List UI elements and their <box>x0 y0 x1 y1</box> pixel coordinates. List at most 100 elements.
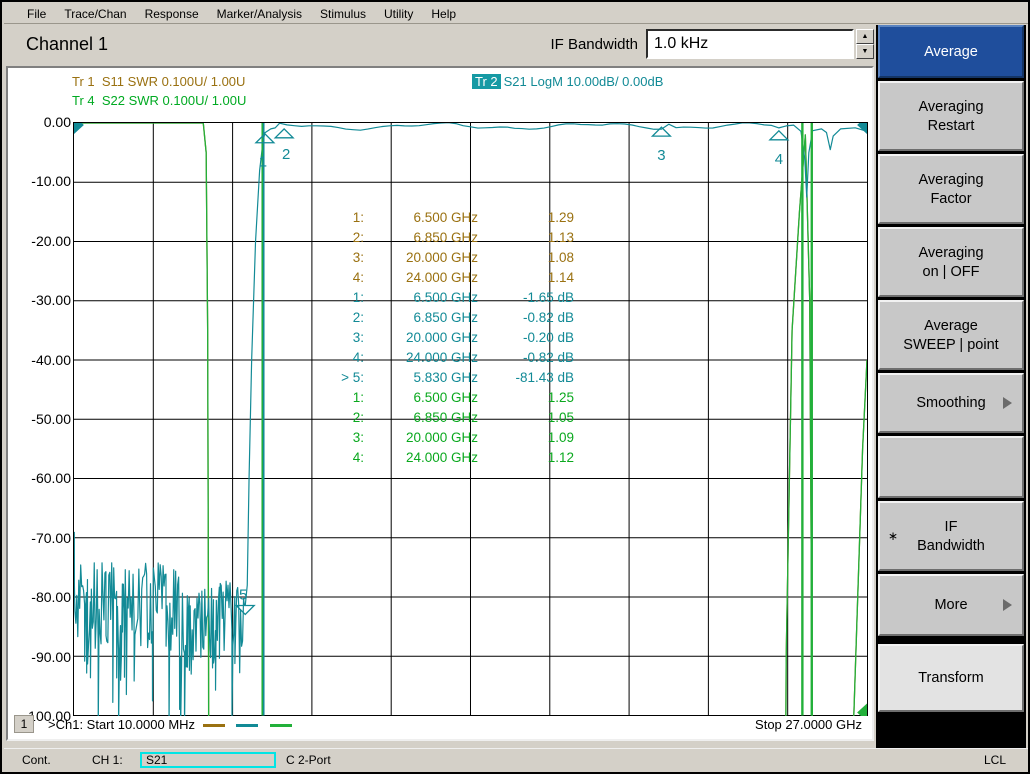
marker-readout-row[interactable]: 4: 24.000 GHz -0.82 dB <box>330 348 574 368</box>
trace-label-tr1: Tr 1 <box>72 74 95 89</box>
y-axis-tick-label: -40.00 <box>31 351 71 368</box>
graph-frame: Tr 1 S11 SWR 0.100U/ 1.00U Tr 4 S22 SWR … <box>6 66 874 741</box>
softkey-label-line2: Factor <box>930 190 972 207</box>
marker-readout-row[interactable]: 1: 6.500 GHz 1.25 <box>330 388 574 408</box>
menu-bar: File Trace/Chan Response Marker/Analysis… <box>4 4 1028 24</box>
softkey-transform[interactable]: Transform <box>878 644 1024 712</box>
spinner-down-icon[interactable]: ▼ <box>856 44 874 59</box>
trace-header-tr2[interactable]: Tr 2 S21 LogM 10.00dB/ 0.00dB <box>472 74 663 89</box>
marker-value: -1.65 dB <box>522 290 574 305</box>
softkey-averaging-restart[interactable]: Averaging Restart <box>878 81 1024 151</box>
if-bandwidth-input[interactable]: 1.0 kHz <box>646 29 854 59</box>
menu-item-marker-analysis[interactable]: Marker/Analysis <box>208 6 311 22</box>
menu-item-response[interactable]: Response <box>136 6 208 22</box>
status-cal-state[interactable]: C 2-Port <box>286 753 331 767</box>
marker-2-2-label: 2 <box>282 146 290 163</box>
status-sweep-mode[interactable]: Cont. <box>22 753 92 767</box>
marker-2-3-label: 3 <box>657 147 665 164</box>
graph-inner: Tr 1 S11 SWR 0.100U/ 1.00U Tr 4 S22 SWR … <box>8 68 872 739</box>
marker-frequency: 20.000 GHz <box>405 430 478 445</box>
softkey-average-sweep-point[interactable]: Average SWEEP | point <box>878 300 1024 370</box>
marker-2-4-icon[interactable] <box>768 129 790 141</box>
menu-item-utility[interactable]: Utility <box>375 6 422 22</box>
marker-index: 1: <box>352 210 364 225</box>
marker-value: 1.14 <box>547 270 574 285</box>
if-bandwidth-spinner[interactable]: ▲ ▼ <box>856 29 874 59</box>
y-axis-tick-label: -60.00 <box>31 470 71 487</box>
marker-value: 1.29 <box>547 210 574 225</box>
softkey-smoothing[interactable]: Smoothing <box>878 373 1024 433</box>
y-axis-tick-label: -10.00 <box>31 173 71 190</box>
softkey-more[interactable]: More <box>878 574 1024 636</box>
softkey-averaging-factor[interactable]: Averaging Factor <box>878 154 1024 224</box>
marker-index: 1: <box>352 290 364 305</box>
marker-index: 3: <box>352 330 364 345</box>
marker-frequency: 6.500 GHz <box>413 290 478 305</box>
softkey-if-bandwidth[interactable]: IF Bandwidth ∗ <box>878 501 1024 571</box>
marker-value: -0.82 dB <box>522 350 574 365</box>
marker-readout-row[interactable]: 3: 20.000 GHz 1.08 <box>330 248 574 268</box>
marker-index: 4: <box>352 350 364 365</box>
marker-readout-row[interactable]: 1: 6.500 GHz -1.65 dB <box>330 288 574 308</box>
trace-header-tr4[interactable]: Tr 4 S22 SWR 0.100U/ 1.00U <box>72 93 246 108</box>
softkey-title: Average <box>878 25 1024 78</box>
marker-value: 1.05 <box>547 410 574 425</box>
marker-readout-row[interactable]: 2: 6.850 GHz 1.13 <box>330 228 574 248</box>
marker-value: 1.25 <box>547 390 574 405</box>
softkey-label-line1: More <box>934 597 968 613</box>
channel-number-badge[interactable]: 1 <box>14 715 34 733</box>
reference-marker-right-tr2[interactable] <box>857 123 867 134</box>
marker-2-5-active-icon[interactable] <box>234 604 256 616</box>
menu-item-trace-chan[interactable]: Trace/Chan <box>55 6 135 22</box>
y-axis-tick-label: -90.00 <box>31 648 71 665</box>
trace-format-tr2: S21 LogM 10.00dB/ 0.00dB <box>503 74 664 89</box>
marker-value: -81.43 dB <box>515 370 574 385</box>
trace-color-swatch-tr4 <box>269 723 292 727</box>
menu-item-file[interactable]: File <box>18 6 55 22</box>
marker-2-5-label: 5 <box>239 586 247 603</box>
marker-index: > 5: <box>341 370 364 385</box>
marker-index: 1: <box>352 390 364 405</box>
marker-readout-row[interactable]: 3: 20.000 GHz -0.20 dB <box>330 328 574 348</box>
softkey-averaging-on-off[interactable]: Averaging on | OFF <box>878 227 1024 297</box>
marker-index: 2: <box>352 410 364 425</box>
softkey-blank[interactable] <box>878 436 1024 498</box>
sweep-start-label[interactable]: >Ch1: Start 10.0000 MHz <box>48 717 296 732</box>
status-lcl[interactable]: LCL <box>984 753 1006 767</box>
y-axis-tick-label: -20.00 <box>31 232 71 249</box>
status-parameter[interactable]: S21 <box>140 751 276 768</box>
menu-item-help[interactable]: Help <box>422 6 465 22</box>
marker-frequency: 6.850 GHz <box>413 230 478 245</box>
trace-format-tr4: S22 SWR 0.100U/ 1.00U <box>101 93 247 108</box>
marker-readout-row[interactable]: 2: 6.850 GHz -0.82 dB <box>330 308 574 328</box>
marker-2-3-icon[interactable] <box>650 126 672 137</box>
marker-2-2-icon[interactable] <box>273 127 295 139</box>
reference-marker-left-tr2[interactable] <box>74 123 84 134</box>
marker-index: 4: <box>352 450 364 465</box>
marker-readout-row[interactable]: 3: 20.000 GHz 1.09 <box>330 428 574 448</box>
chevron-right-icon <box>1003 599 1012 611</box>
y-axis-tick-label: 0.00 <box>43 114 71 130</box>
marker-readout-row[interactable]: 1: 6.500 GHz 1.29 <box>330 208 574 228</box>
spinner-up-icon[interactable]: ▲ <box>856 29 874 44</box>
y-axis: 0.00 -10.00 -20.00 -30.00 -40.00 -50.00 -60.00… <box>8 114 71 724</box>
softkey-label-line2: SWEEP | point <box>903 336 999 353</box>
marker-frequency: 5.830 GHz <box>413 370 478 385</box>
trace-header-tr1[interactable]: Tr 1 S11 SWR 0.100U/ 1.00U <box>72 74 245 89</box>
marker-frequency: 6.850 GHz <box>413 410 478 425</box>
marker-value: 1.08 <box>547 250 574 265</box>
softkey-label-line1: Transform <box>918 670 984 686</box>
menu-item-stimulus[interactable]: Stimulus <box>311 6 375 22</box>
marker-readout-table[interactable]: 1: 6.500 GHz 1.29 2: 6.850 GHz 1.13 3: 20.000 G… <box>330 208 574 468</box>
sweep-stop-label[interactable]: Stop 27.0000 GHz <box>755 717 868 732</box>
marker-value: 1.12 <box>547 450 574 465</box>
marker-index: 2: <box>352 310 364 325</box>
marker-readout-row[interactable]: > 5: 5.830 GHz -81.43 dB <box>330 368 574 388</box>
marker-frequency: 20.000 GHz <box>405 250 478 265</box>
marker-index: 4: <box>352 270 364 285</box>
softkey-label-line1: Smoothing <box>916 395 986 411</box>
marker-readout-row[interactable]: 4: 24.000 GHz 1.14 <box>330 268 574 288</box>
marker-readout-row[interactable]: 4: 24.000 GHz 1.12 <box>330 448 574 468</box>
marker-readout-row[interactable]: 2: 6.850 GHz 1.05 <box>330 408 574 428</box>
marker-2-1-icon[interactable] <box>254 132 276 144</box>
